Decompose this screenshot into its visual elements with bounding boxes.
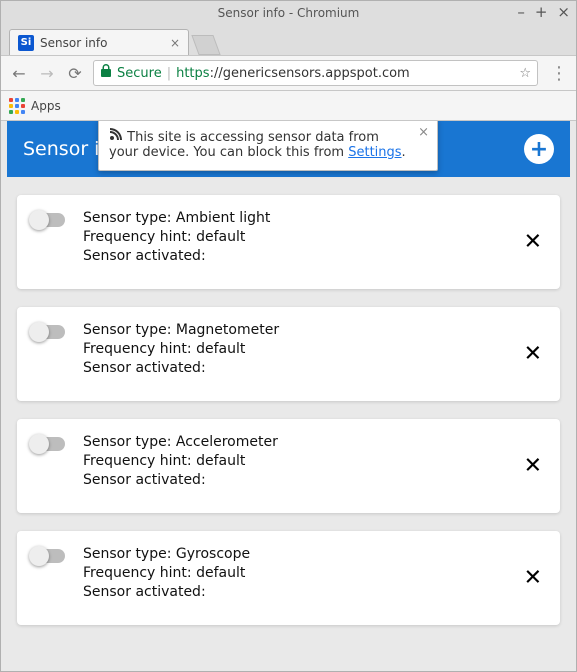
infobar-text: This site is accessing sensor data from …: [109, 130, 406, 160]
forward-button[interactable]: →: [37, 64, 57, 83]
sensor-card: Sensor type: Ambient light Frequency hin…: [17, 195, 560, 289]
secure-label: Secure: [117, 66, 162, 81]
bookmark-star-icon[interactable]: ☆: [519, 66, 531, 81]
sensor-card: Sensor type: Accelerometer Frequency hin…: [17, 419, 560, 513]
sensor-list: Sensor type: Ambient light Frequency hin…: [7, 177, 570, 643]
sensor-text: Sensor type: Magnetometer Frequency hint…: [83, 321, 279, 378]
window-titlebar: Sensor info - Chromium – + ×: [1, 1, 576, 25]
broadcast-icon: [109, 127, 123, 145]
apps-icon[interactable]: [9, 98, 25, 114]
os-window: Sensor info - Chromium – + × Si Sensor i…: [0, 0, 577, 672]
tab-close-icon[interactable]: ×: [170, 36, 180, 50]
window-min-icon[interactable]: –: [517, 3, 525, 21]
window-controls: – + ×: [517, 3, 570, 21]
page-viewport: This site is accessing sensor data from …: [1, 121, 576, 671]
sensor-text: Sensor type: Accelerometer Frequency hin…: [83, 433, 278, 490]
sensor-toggle[interactable]: [31, 549, 65, 563]
remove-sensor-icon[interactable]: ✕: [524, 566, 542, 591]
window-close-icon[interactable]: ×: [557, 3, 570, 21]
tab-strip: Si Sensor info ×: [1, 25, 576, 55]
sensor-toggle[interactable]: [31, 213, 65, 227]
reload-button[interactable]: ⟳: [65, 64, 85, 83]
apps-label[interactable]: Apps: [31, 99, 61, 113]
remove-sensor-icon[interactable]: ✕: [524, 230, 542, 255]
favicon: Si: [18, 35, 34, 51]
bookmarks-bar: Apps: [1, 91, 576, 121]
sensor-card: Sensor type: Gyroscope Frequency hint: d…: [17, 531, 560, 625]
plus-icon: +: [530, 137, 548, 162]
remove-sensor-icon[interactable]: ✕: [524, 342, 542, 367]
settings-link[interactable]: Settings: [348, 145, 401, 160]
window-title: Sensor info - Chromium: [218, 6, 360, 20]
browser-menu-icon[interactable]: ⋮: [550, 63, 568, 84]
tab-title: Sensor info: [40, 36, 107, 50]
remove-sensor-icon[interactable]: ✕: [524, 454, 542, 479]
browser-tab[interactable]: Si Sensor info ×: [9, 29, 189, 55]
sensor-card: Sensor type: Magnetometer Frequency hint…: [17, 307, 560, 401]
infobar-close-icon[interactable]: ×: [418, 125, 429, 140]
address-bar[interactable]: Secure | https://genericsensors.appspot.…: [93, 60, 538, 86]
back-button[interactable]: ←: [9, 64, 29, 83]
sensor-text: Sensor type: Gyroscope Frequency hint: d…: [83, 545, 250, 602]
lock-icon: [100, 64, 112, 82]
new-tab-button[interactable]: [191, 35, 220, 55]
permission-infobar: This site is accessing sensor data from …: [98, 121, 438, 171]
add-sensor-button[interactable]: +: [524, 134, 554, 164]
window-max-icon[interactable]: +: [535, 3, 548, 21]
browser-toolbar: ← → ⟳ Secure | https://genericsensors.ap…: [1, 55, 576, 91]
sensor-text: Sensor type: Ambient light Frequency hin…: [83, 209, 270, 266]
url-text: https://genericsensors.appspot.com: [176, 66, 410, 81]
sensor-toggle[interactable]: [31, 437, 65, 451]
sensor-toggle[interactable]: [31, 325, 65, 339]
